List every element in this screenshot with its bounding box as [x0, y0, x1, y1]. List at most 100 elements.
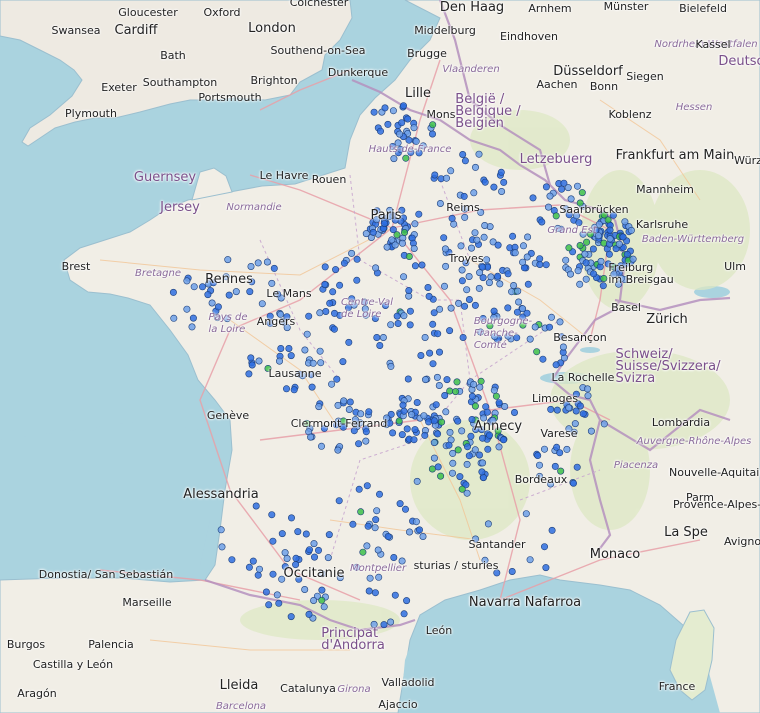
measurement-marker[interactable] — [336, 281, 344, 289]
measurement-marker[interactable] — [494, 272, 502, 280]
measurement-marker[interactable] — [373, 507, 381, 515]
measurement-marker[interactable] — [305, 546, 313, 554]
measurement-marker[interactable] — [393, 312, 401, 320]
measurement-marker[interactable] — [420, 412, 428, 420]
measurement-marker[interactable] — [576, 242, 584, 250]
measurement-marker[interactable] — [583, 385, 591, 393]
measurement-marker[interactable] — [459, 151, 467, 159]
measurement-marker[interactable] — [455, 299, 463, 307]
measurement-marker[interactable] — [404, 375, 412, 383]
measurement-marker[interactable] — [433, 373, 441, 381]
measurement-marker[interactable] — [318, 586, 326, 594]
measurement-marker[interactable] — [544, 203, 552, 211]
measurement-marker[interactable] — [436, 305, 444, 313]
measurement-marker[interactable] — [600, 420, 608, 428]
measurement-marker[interactable] — [398, 119, 406, 127]
measurement-marker[interactable] — [333, 375, 341, 383]
measurement-marker[interactable] — [258, 300, 266, 308]
measurement-marker[interactable] — [318, 596, 326, 604]
measurement-marker[interactable] — [321, 263, 329, 271]
measurement-marker[interactable] — [348, 249, 356, 257]
measurement-marker[interactable] — [430, 439, 438, 447]
measurement-marker[interactable] — [467, 244, 475, 252]
measurement-marker[interactable] — [599, 282, 607, 290]
measurement-marker[interactable] — [573, 182, 581, 190]
measurement-marker[interactable] — [471, 446, 479, 454]
measurement-marker[interactable] — [403, 425, 411, 433]
measurement-marker[interactable] — [320, 603, 328, 611]
measurement-marker[interactable] — [218, 543, 226, 551]
measurement-marker[interactable] — [302, 530, 310, 538]
measurement-marker[interactable] — [349, 520, 357, 528]
measurement-marker[interactable] — [399, 102, 407, 110]
measurement-marker[interactable] — [232, 288, 240, 296]
measurement-marker[interactable] — [471, 402, 479, 410]
measurement-marker[interactable] — [569, 479, 577, 487]
measurement-marker[interactable] — [411, 262, 419, 270]
measurement-marker[interactable] — [481, 178, 489, 186]
measurement-marker[interactable] — [460, 192, 468, 200]
measurement-marker[interactable] — [394, 319, 402, 327]
measurement-marker[interactable] — [335, 497, 343, 505]
measurement-marker[interactable] — [428, 130, 436, 138]
measurement-marker[interactable] — [479, 474, 487, 482]
measurement-marker[interactable] — [408, 411, 416, 419]
measurement-marker[interactable] — [548, 526, 556, 534]
measurement-marker[interactable] — [345, 338, 353, 346]
measurement-marker[interactable] — [556, 318, 564, 326]
measurement-marker[interactable] — [384, 532, 392, 540]
measurement-marker[interactable] — [400, 312, 408, 320]
measurement-marker[interactable] — [249, 557, 257, 565]
measurement-marker[interactable] — [282, 385, 290, 393]
measurement-marker[interactable] — [562, 256, 570, 264]
measurement-marker[interactable] — [600, 239, 608, 247]
measurement-marker[interactable] — [247, 262, 255, 270]
measurement-marker[interactable] — [418, 261, 426, 269]
measurement-marker[interactable] — [328, 380, 336, 388]
measurement-marker[interactable] — [429, 360, 437, 368]
measurement-marker[interactable] — [558, 185, 566, 193]
measurement-marker[interactable] — [375, 490, 383, 498]
measurement-marker[interactable] — [430, 454, 438, 462]
measurement-marker[interactable] — [435, 381, 443, 389]
measurement-marker[interactable] — [478, 434, 486, 442]
measurement-marker[interactable] — [459, 333, 467, 341]
measurement-marker[interactable] — [579, 410, 587, 418]
measurement-marker[interactable] — [600, 274, 608, 282]
measurement-marker[interactable] — [308, 383, 316, 391]
measurement-marker[interactable] — [465, 295, 473, 303]
measurement-marker[interactable] — [547, 313, 555, 321]
measurement-marker[interactable] — [584, 392, 592, 400]
measurement-marker[interactable] — [453, 378, 461, 386]
measurement-marker[interactable] — [247, 354, 255, 362]
measurement-marker[interactable] — [552, 361, 560, 369]
measurement-marker[interactable] — [405, 136, 413, 144]
measurement-marker[interactable] — [366, 574, 374, 582]
measurement-marker[interactable] — [317, 359, 325, 367]
measurement-marker[interactable] — [183, 277, 191, 285]
measurement-marker[interactable] — [208, 299, 216, 307]
measurement-marker[interactable] — [359, 548, 367, 556]
measurement-marker[interactable] — [410, 124, 418, 132]
measurement-marker[interactable] — [365, 587, 373, 595]
measurement-marker[interactable] — [301, 346, 309, 354]
measurement-marker[interactable] — [188, 323, 196, 331]
measurement-marker[interactable] — [567, 195, 575, 203]
measurement-marker[interactable] — [373, 333, 381, 341]
measurement-marker[interactable] — [225, 291, 233, 299]
measurement-marker[interactable] — [389, 107, 397, 115]
measurement-marker[interactable] — [542, 183, 550, 191]
measurement-marker[interactable] — [204, 291, 212, 299]
measurement-marker[interactable] — [471, 301, 479, 309]
measurement-marker[interactable] — [275, 599, 283, 607]
measurement-marker[interactable] — [483, 256, 491, 264]
measurement-marker[interactable] — [307, 433, 315, 441]
measurement-marker[interactable] — [252, 502, 260, 510]
measurement-marker[interactable] — [542, 564, 550, 572]
measurement-marker[interactable] — [245, 563, 253, 571]
measurement-marker[interactable] — [421, 431, 429, 439]
measurement-marker[interactable] — [565, 244, 573, 252]
measurement-marker[interactable] — [479, 459, 487, 467]
measurement-marker[interactable] — [536, 260, 544, 268]
measurement-marker[interactable] — [571, 420, 579, 428]
